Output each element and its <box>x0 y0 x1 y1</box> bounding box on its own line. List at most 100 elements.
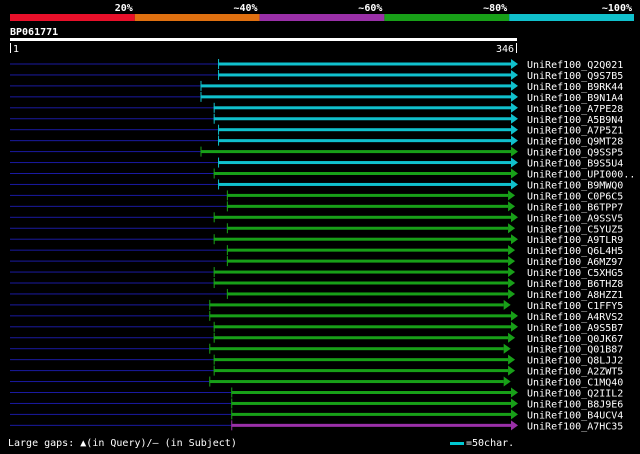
hit-bar <box>231 391 511 394</box>
unaligned-segment <box>10 402 232 404</box>
hit-arrow <box>511 420 518 431</box>
hit-label: UniRef100_UPI000.. <box>527 170 635 181</box>
hit-label: UniRef100_B4UCV4 <box>527 410 623 421</box>
unaligned-segment <box>10 238 214 240</box>
hit-arrow <box>511 387 518 398</box>
hit-bar <box>200 95 511 99</box>
hit-arrow <box>511 113 518 124</box>
legend-label: ~60% <box>358 3 382 14</box>
hit-arrow <box>508 223 516 234</box>
hit-label: UniRef100_B6THZ8 <box>527 279 623 290</box>
hit-bar <box>209 347 504 351</box>
unaligned-segment <box>10 74 219 76</box>
hit-start-tick <box>213 168 215 179</box>
hit-row: UniRef100_C0P6C5 <box>10 190 623 202</box>
hit-row: UniRef100_A9S5B7 <box>10 321 623 334</box>
unaligned-segment <box>10 370 214 372</box>
hit-arrow <box>511 409 518 420</box>
hit-arrow <box>511 102 518 113</box>
hit-row: UniRef100_A2ZWT5 <box>10 365 623 378</box>
hit-arrow <box>508 245 516 256</box>
hit-row: UniRef100_Q0JK67 <box>10 332 623 345</box>
hit-start-tick <box>213 113 215 124</box>
hit-row: UniRef100_Q8LJJ2 <box>10 354 623 367</box>
hit-arrow <box>511 124 518 135</box>
hit-bar <box>213 172 511 175</box>
unaligned-segment <box>10 381 210 383</box>
unaligned-segment <box>10 260 227 262</box>
hit-row: UniRef100_A8HZZ1 <box>10 288 623 301</box>
hit-label: UniRef100_A2ZWT5 <box>527 367 623 378</box>
unaligned-segment <box>10 249 227 251</box>
hit-arrow <box>511 69 518 80</box>
unaligned-segment <box>10 293 227 295</box>
hit-arrow <box>511 146 518 157</box>
hit-bar <box>226 259 509 263</box>
hit-label: UniRef100_B9MWQ0 <box>527 180 623 191</box>
hit-bar <box>200 150 511 154</box>
unaligned-segment <box>10 118 214 120</box>
gaps-label: Large gaps: <box>8 438 75 449</box>
hit-bar <box>209 314 511 318</box>
hit-arrow <box>511 310 518 321</box>
hit-bar <box>213 106 511 110</box>
hit-start-tick <box>231 398 233 409</box>
scale-bar <box>450 441 464 445</box>
hit-start-tick <box>218 179 220 190</box>
hit-bar <box>213 281 509 285</box>
hit-label: UniRef100_A9SSV5 <box>527 213 623 224</box>
hit-start-tick <box>213 212 215 223</box>
hit-label: UniRef100_Q2Q021 <box>527 60 623 71</box>
hit-start-tick <box>231 387 233 398</box>
hit-start-tick <box>209 376 211 387</box>
hit-start-tick <box>231 409 233 420</box>
unaligned-segment <box>10 315 210 317</box>
hit-row: UniRef100_B9S5U4 <box>10 157 623 170</box>
hit-row: UniRef100_A5B9N4 <box>10 113 623 126</box>
hit-row: UniRef100_Q9MT28 <box>10 135 623 148</box>
hit-label: UniRef100_C5XHG5 <box>527 268 623 279</box>
hit-bar <box>218 73 512 77</box>
hit-row: UniRef100_B4UCV4 <box>10 409 623 421</box>
hit-row: UniRef100_A9SSV5 <box>10 212 623 224</box>
identity-legend: 20% ~40% ~60% ~80% ~100% <box>10 3 634 21</box>
hit-start-tick <box>213 332 215 343</box>
hit-bar <box>231 412 511 416</box>
hit-label: UniRef100_A5B9N4 <box>527 115 623 126</box>
hit-label: UniRef100_A6MZ97 <box>527 257 623 268</box>
hit-label: UniRef100_B9RK44 <box>527 82 623 93</box>
subject-gap-glyph: — <box>152 438 159 449</box>
hit-row: UniRef100_B9RK44 <box>10 80 623 93</box>
hit-arrow <box>508 201 516 212</box>
hit-row: UniRef100_A7HC35 <box>10 420 623 432</box>
hit-bar <box>213 237 511 241</box>
subject-gap-text: (in Subject) <box>164 438 237 449</box>
unaligned-segment <box>10 326 214 328</box>
hit-arrow <box>511 91 518 102</box>
hit-label: UniRef100_B9S5U4 <box>527 159 623 170</box>
hit-bar <box>209 380 504 384</box>
hit-arrow <box>508 354 516 365</box>
hit-label: UniRef100_B9N1A4 <box>527 93 623 104</box>
unaligned-segment <box>10 194 227 196</box>
hit-arrow <box>508 278 516 288</box>
unaligned-segment <box>10 348 210 350</box>
hit-row: UniRef100_A9TLR9 <box>10 234 623 246</box>
hit-label: UniRef100_B6TPP7 <box>527 202 623 213</box>
unaligned-segment <box>10 63 219 65</box>
hit-bar <box>213 270 509 274</box>
hit-start-tick <box>213 278 215 288</box>
unaligned-segment <box>10 162 219 164</box>
hit-arrow <box>508 365 516 376</box>
hit-label: UniRef100_Q9MT28 <box>527 137 623 148</box>
hit-arrow <box>511 212 518 223</box>
ruler-end-label: 346 <box>496 44 514 55</box>
hit-row: UniRef100_B6TPP7 <box>10 201 623 213</box>
hit-bar <box>213 369 509 373</box>
hit-label: UniRef100_A9TLR9 <box>527 235 623 246</box>
legend-swatch <box>384 14 510 21</box>
unaligned-segment <box>10 282 214 284</box>
unaligned-segment <box>10 359 214 361</box>
scale-legend: =50char. <box>450 438 514 449</box>
unaligned-segment <box>10 173 214 174</box>
